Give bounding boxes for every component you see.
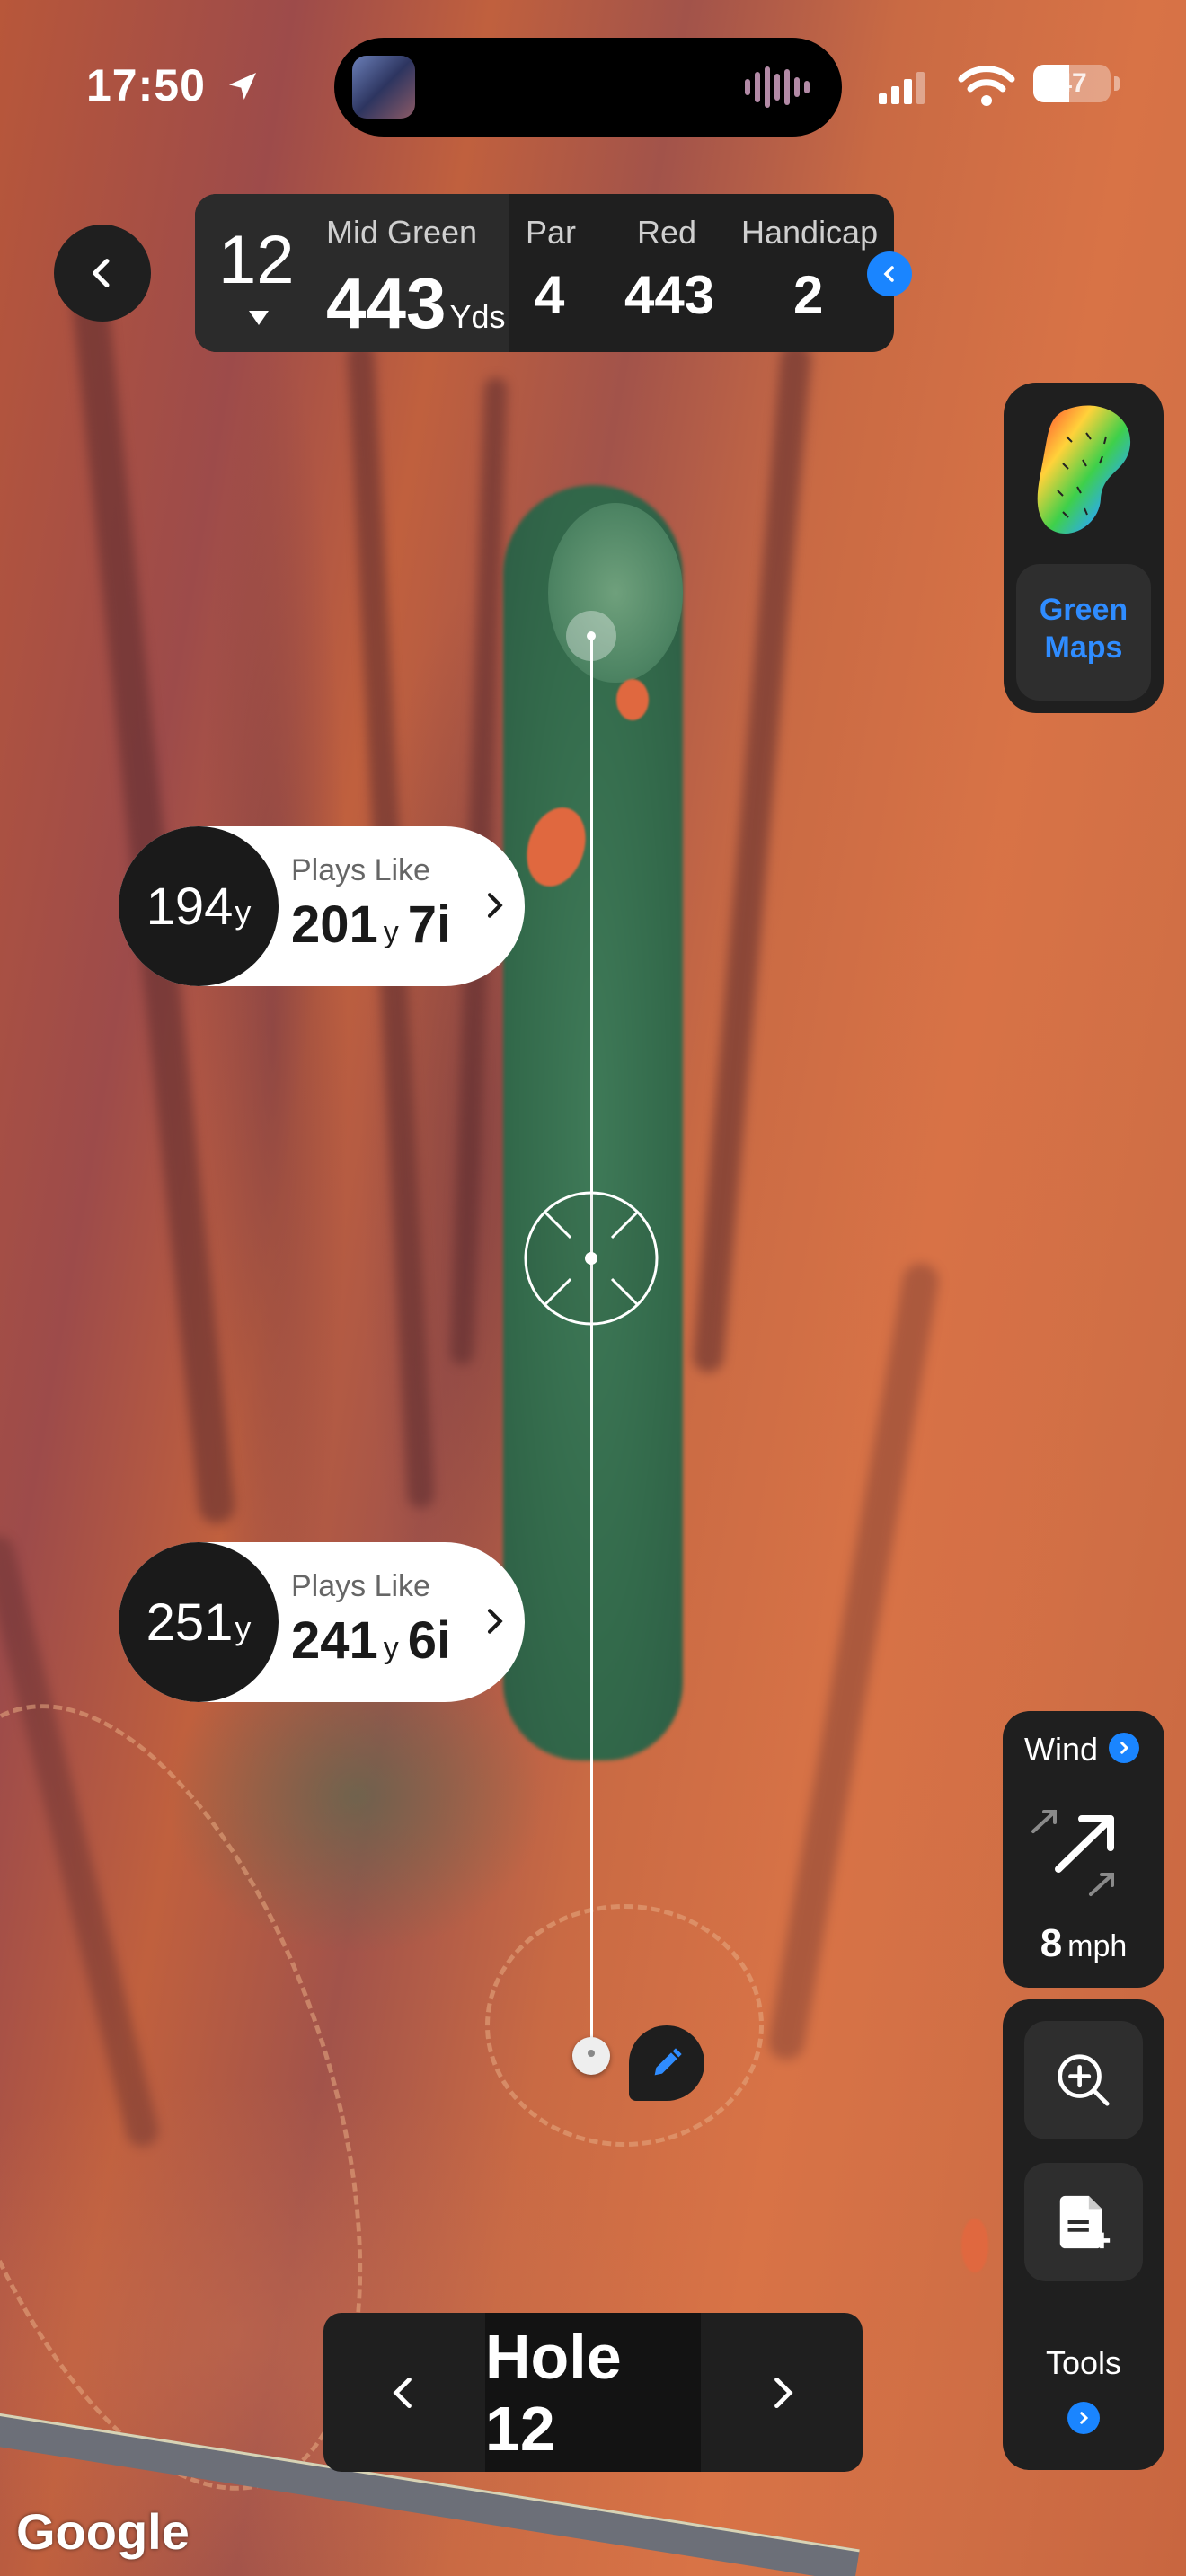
chevron-left-icon (883, 266, 894, 282)
current-hole-label[interactable]: Hole 12 (485, 2313, 701, 2472)
plays-like-label: Plays Like (291, 1569, 430, 1603)
battery-percent: 47 (1057, 68, 1087, 98)
green-maps-button[interactable]: Green Maps (1016, 564, 1151, 701)
info-icon[interactable] (1109, 1733, 1139, 1763)
carry-distance: 194 y (119, 826, 279, 986)
putting-green (548, 503, 683, 683)
zoom-in-icon (1058, 2054, 1110, 2106)
wifi-icon (958, 66, 1015, 106)
add-note-icon (1059, 2195, 1111, 2249)
wind-panel[interactable]: Wind 8 mph (1003, 1711, 1164, 1988)
location-arrow-icon (228, 73, 256, 100)
signal-icon (879, 68, 925, 104)
chevron-right-icon (487, 893, 503, 918)
now-playing-artwork (352, 56, 415, 119)
battery-icon: 47 (1033, 65, 1111, 102)
map-attribution: Google (16, 2503, 190, 2560)
expand-hole-info-button[interactable] (867, 251, 912, 296)
tee-yardage: 443 (624, 265, 715, 325)
hole-distance-segment[interactable]: 12 Mid Green 443 Yds (195, 194, 509, 352)
handicap-value: 2 (793, 265, 824, 325)
par-value: 4 (535, 265, 565, 325)
tools-panel[interactable]: Tools (1003, 1999, 1164, 2470)
next-hole-button[interactable] (701, 2313, 863, 2472)
plays-like-value: 201 y 7i (291, 895, 452, 954)
green-heatmap-icon (1037, 405, 1131, 534)
plays-like-label: Plays Like (291, 853, 430, 887)
edit-shot-button[interactable] (629, 2025, 704, 2101)
status-bar: 17:50 47 (0, 0, 1186, 171)
pin-marker[interactable] (566, 611, 616, 661)
carry-distance: 251 y (119, 1542, 279, 1702)
shot-distance-pill[interactable]: 251 y Plays Like 241 y 6i (119, 1542, 525, 1702)
par-label: Par (526, 214, 577, 251)
status-time: 17:50 (86, 59, 261, 111)
plays-like-value: 241 y 6i (291, 1611, 452, 1670)
previous-hole-button[interactable] (323, 2313, 485, 2472)
info-icon[interactable] (1067, 2402, 1100, 2434)
hole-number: 12 (218, 222, 295, 298)
handicap-label: Handicap (741, 214, 879, 251)
tools-label[interactable]: Tools (1003, 2344, 1164, 2382)
green-maps-panel[interactable]: Green Maps (1004, 383, 1164, 713)
green-maps-label-1: Green (1039, 593, 1128, 627)
aim-line (590, 634, 593, 2058)
bunker (616, 679, 649, 720)
distance-label: Mid Green (326, 214, 478, 251)
dynamic-island[interactable] (334, 38, 842, 137)
battery-tip (1114, 76, 1120, 91)
tee-label: Red (637, 214, 697, 251)
audio-waveform-icon (745, 65, 810, 110)
chevron-left-icon (393, 2377, 412, 2408)
chevron-right-icon (774, 2377, 793, 2408)
distance-value: 443 Yds (326, 263, 506, 343)
add-note-button[interactable] (1024, 2163, 1143, 2281)
wind-label: Wind (1024, 1731, 1099, 1768)
green-maps-label-2: Maps (1044, 631, 1123, 665)
pencil-icon (654, 2048, 682, 2076)
hole-navigator: Hole 12 (323, 2313, 863, 2472)
wind-arrow-icon (1031, 1810, 1114, 1896)
bunker (961, 2219, 988, 2272)
zoom-in-button[interactable] (1024, 2021, 1143, 2139)
hole-dropdown-icon[interactable] (249, 311, 269, 325)
tee-marker[interactable] (572, 2037, 610, 2075)
back-icon (93, 259, 110, 287)
wind-speed: 8 mph (1040, 1921, 1128, 1965)
back-button[interactable] (54, 225, 151, 322)
hole-info-card[interactable]: 12 Mid Green 443 Yds Par 4 Red 443 Handic… (195, 194, 894, 352)
target-reticle[interactable] (524, 1191, 659, 1326)
chevron-right-icon (487, 1609, 503, 1634)
shot-distance-pill[interactable]: 194 y Plays Like 201 y 7i (119, 826, 525, 986)
